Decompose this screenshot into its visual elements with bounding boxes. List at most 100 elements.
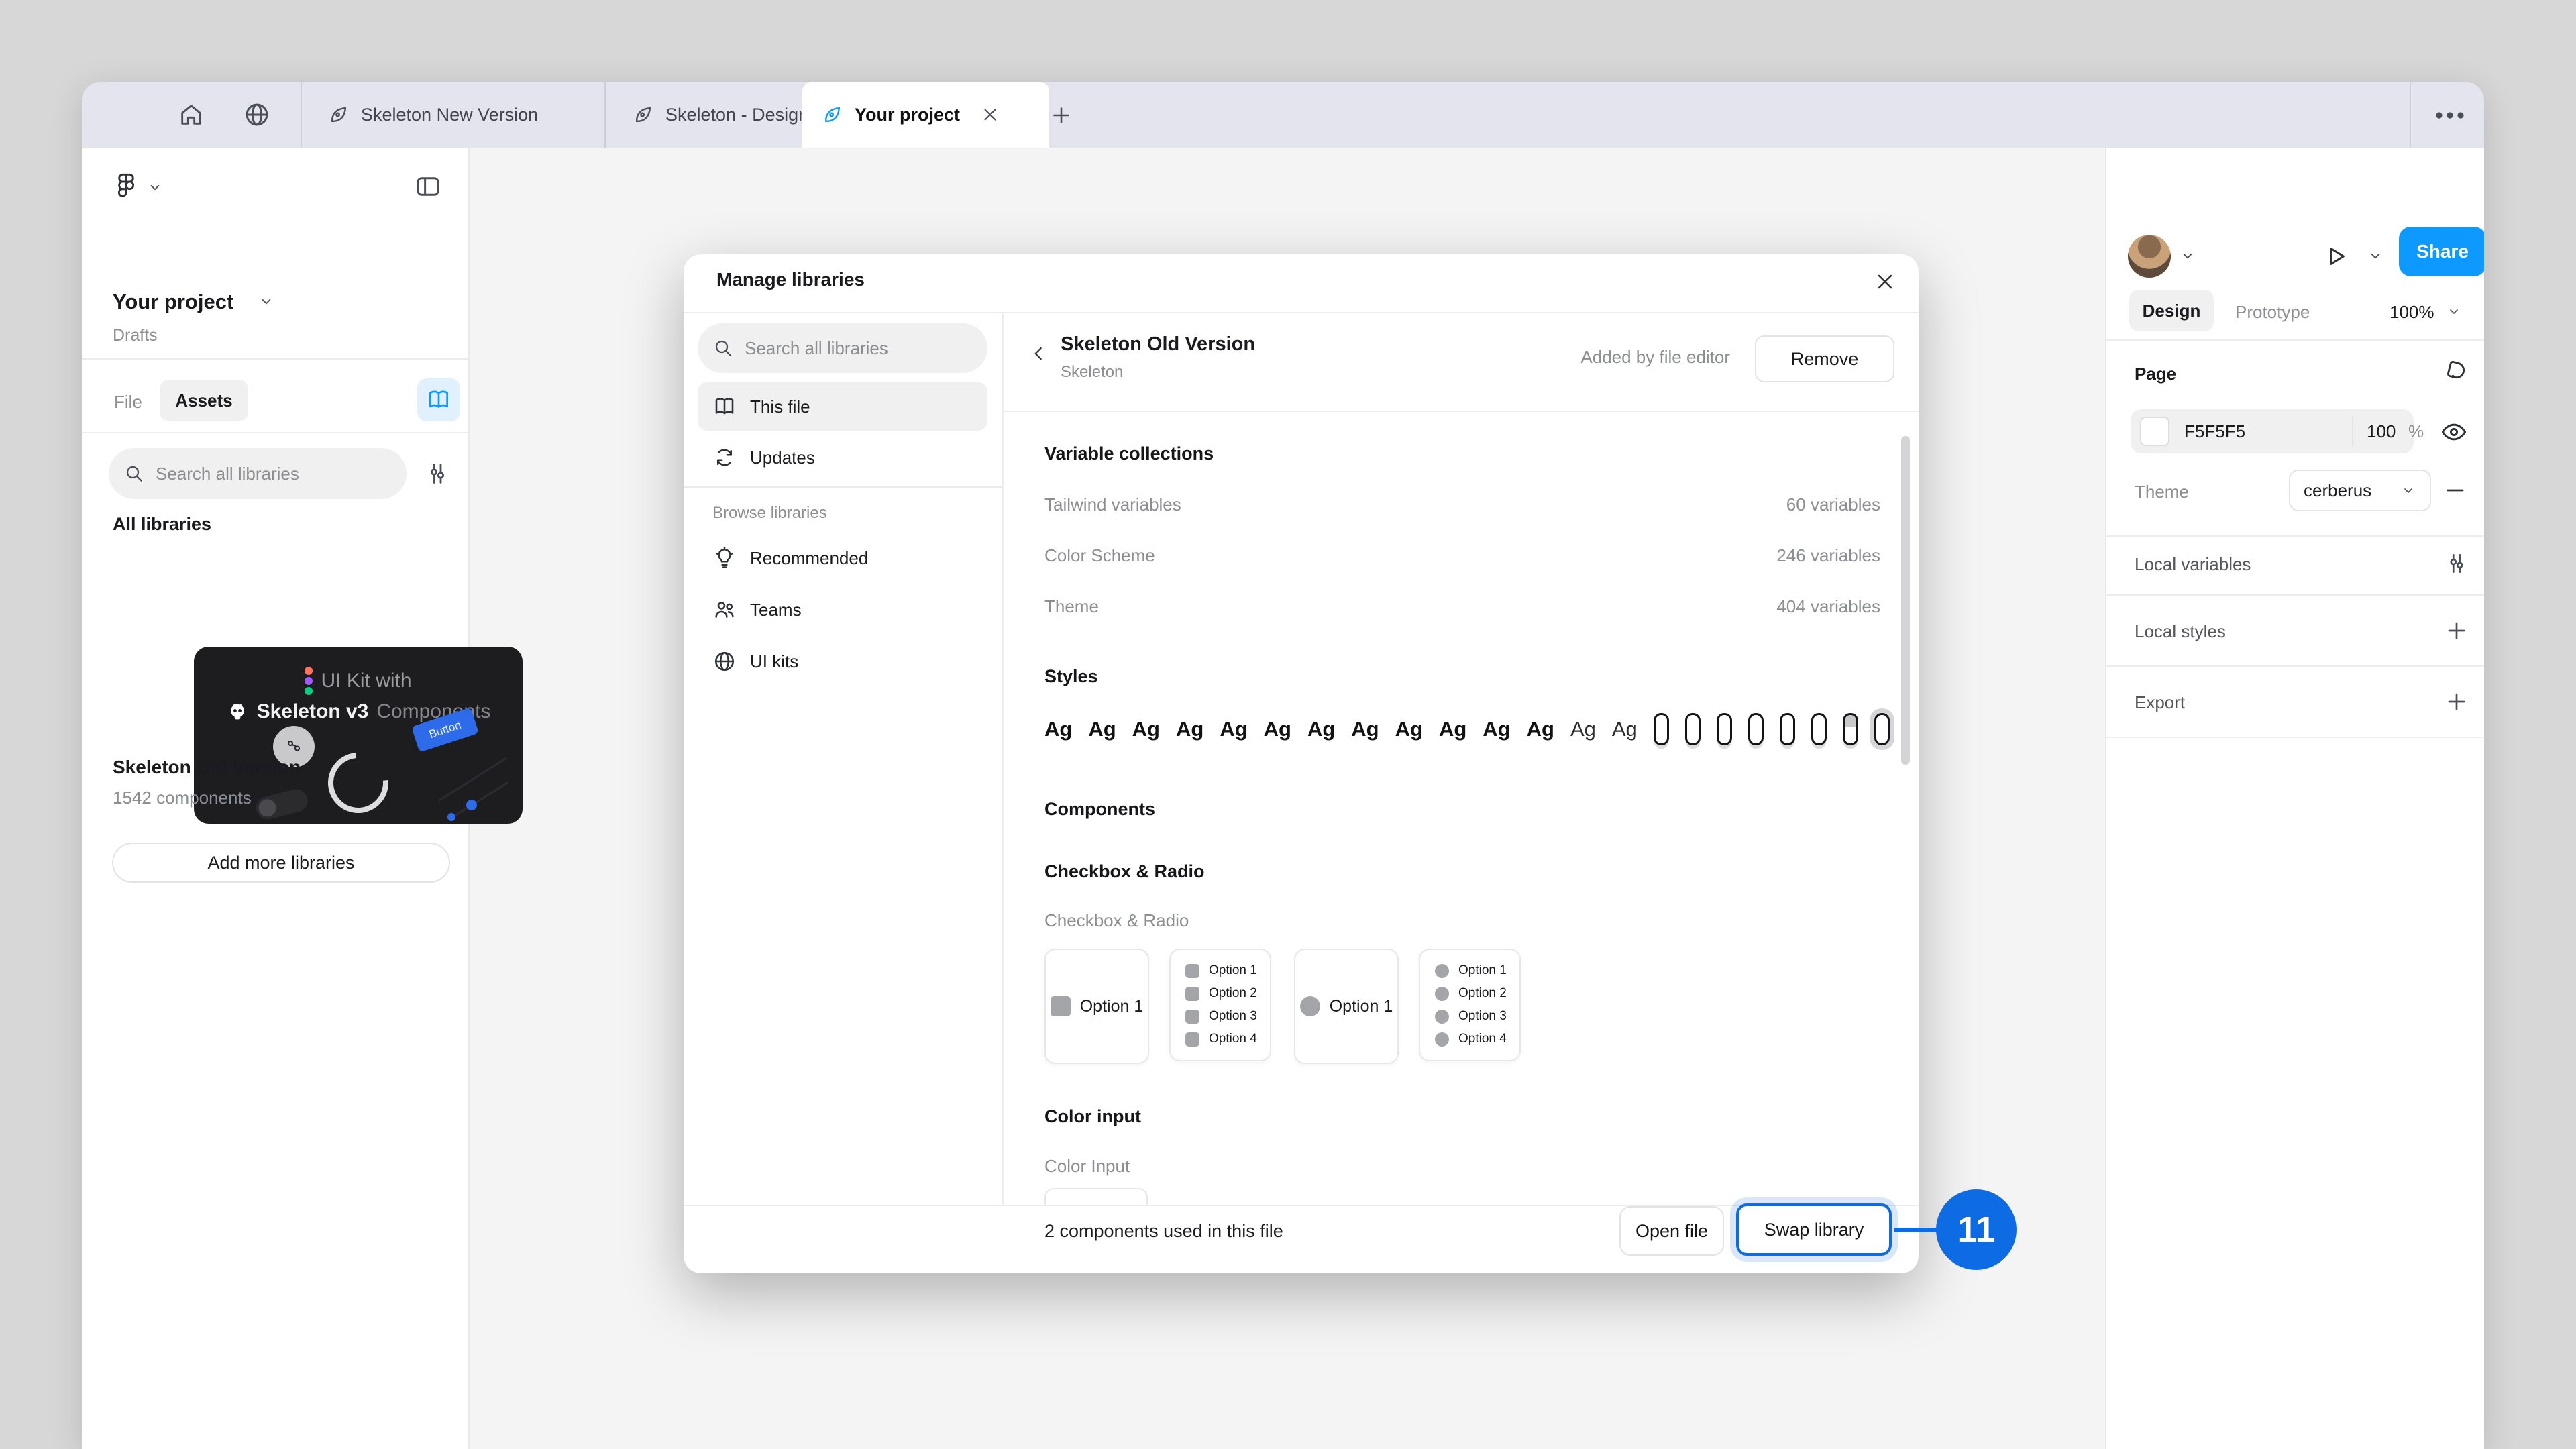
present-chevron[interactable]: [2367, 247, 2384, 264]
add-style-button[interactable]: [2442, 616, 2471, 645]
library-search[interactable]: [109, 448, 407, 499]
text-style-preview[interactable]: Ag: [1307, 717, 1335, 741]
more-button[interactable]: [2430, 101, 2470, 130]
library-name[interactable]: Skeleton Old Version: [113, 757, 301, 778]
tab-label: Skeleton New Version: [361, 105, 538, 125]
new-tab-button[interactable]: [1046, 101, 1076, 130]
tab-design[interactable]: Design: [2129, 290, 2214, 331]
nav-updates[interactable]: Updates: [698, 433, 987, 482]
page-color-field[interactable]: F5F5F5 100 %: [2131, 409, 2414, 453]
screen: Skeleton New Version Skeleton - Design Y…: [0, 0, 2576, 1449]
variable-row[interactable]: Theme 404 variables: [1044, 596, 1880, 617]
modal-title: Manage libraries: [716, 269, 865, 290]
lightbulb-icon: [712, 546, 737, 570]
nav-teams[interactable]: Teams: [698, 586, 987, 634]
menu-chevron[interactable]: [146, 178, 164, 196]
nav-this-file[interactable]: This file: [698, 382, 987, 431]
remove-button[interactable]: Remove: [1755, 335, 1894, 382]
local-styles-label[interactable]: Local styles: [2135, 621, 2226, 642]
effect-style-swatch[interactable]: [1685, 713, 1701, 745]
filter-button[interactable]: [421, 458, 453, 490]
styles-row: Ag Ag Ag Ag Ag Ag Ag Ag Ag Ag Ag Ag Ag A…: [1044, 713, 1890, 745]
swap-library-button[interactable]: Swap library: [1736, 1203, 1892, 1256]
text-style-preview[interactable]: Ag: [1264, 717, 1291, 741]
text-style-preview[interactable]: Ag: [1176, 717, 1203, 741]
text-style-preview[interactable]: Ag: [1483, 717, 1510, 741]
effect-style-swatch[interactable]: [1811, 713, 1827, 745]
thumb-line-1: UI Kit with: [194, 667, 523, 695]
project-title[interactable]: Your project: [113, 290, 233, 314]
remove-theme-button[interactable]: [2440, 478, 2470, 503]
tab-prototype[interactable]: Prototype: [2235, 302, 2310, 323]
toggle-sidebar-button[interactable]: [412, 172, 444, 201]
variable-count: 404 variables: [1776, 596, 1880, 617]
text-style-preview[interactable]: Ag: [1132, 717, 1160, 741]
component-card-radio-group[interactable]: Option 1 Option 2 Option 3 Option 4: [1419, 949, 1521, 1061]
avatar-chevron[interactable]: [2179, 247, 2196, 264]
minus-icon: [2443, 478, 2468, 503]
main-menu-button[interactable]: [111, 169, 141, 203]
component-card-checkbox-group[interactable]: Option 1 Option 2 Option 3 Option 4: [1169, 949, 1271, 1061]
thumb-spinner: [316, 741, 401, 824]
effect-style-swatch[interactable]: [1843, 713, 1858, 745]
avatar[interactable]: [2128, 235, 2171, 278]
effect-style-swatch[interactable]: [1780, 713, 1795, 745]
library-search-input[interactable]: [154, 463, 392, 485]
tab-file[interactable]: File: [114, 392, 142, 413]
visibility-button[interactable]: [2438, 416, 2470, 448]
color-hex-value[interactable]: F5F5F5: [2184, 421, 2245, 442]
add-export-button[interactable]: [2442, 687, 2471, 716]
variable-row[interactable]: Color Scheme 246 variables: [1044, 545, 1880, 566]
modal-search-input[interactable]: [743, 337, 973, 360]
local-variables-label[interactable]: Local variables: [2135, 554, 2251, 575]
text-style-preview[interactable]: Ag: [1612, 717, 1638, 741]
open-file-button[interactable]: Open file: [1619, 1206, 1724, 1256]
opacity-value[interactable]: 100: [2367, 421, 2396, 442]
export-label[interactable]: Export: [2135, 692, 2185, 713]
zoom-level[interactable]: 100%: [2390, 302, 2434, 323]
component-card-radio[interactable]: Option 1: [1294, 949, 1399, 1064]
component-card-checkbox[interactable]: Option 1: [1044, 949, 1149, 1064]
modal-scrollbar[interactable]: [1901, 436, 1910, 765]
page-swatches-button[interactable]: [2440, 357, 2471, 388]
project-chevron[interactable]: [258, 292, 275, 310]
community-button[interactable]: [241, 99, 272, 130]
book-open-icon: [712, 394, 737, 419]
back-button[interactable]: [1027, 341, 1051, 366]
nav-recommended[interactable]: Recommended: [698, 534, 987, 582]
effect-style-swatch[interactable]: [1874, 713, 1890, 745]
zoom-chevron[interactable]: [2446, 303, 2462, 319]
divider: [82, 432, 468, 433]
tab-skeleton-new-version[interactable]: Skeleton New Version: [318, 82, 613, 148]
add-more-libraries-button[interactable]: Add more libraries: [112, 843, 450, 883]
modal-close-button[interactable]: [1870, 266, 1900, 297]
text-style-preview[interactable]: Ag: [1220, 717, 1247, 741]
text-style-preview[interactable]: Ag: [1527, 717, 1554, 741]
effect-style-swatch[interactable]: [1748, 713, 1764, 745]
divider: [2106, 737, 2484, 738]
text-style-preview[interactable]: Ag: [1351, 717, 1379, 741]
text-style-preview[interactable]: Ag: [1088, 717, 1116, 741]
theme-dropdown[interactable]: cerberus: [2289, 470, 2431, 511]
variable-count: 246 variables: [1776, 545, 1880, 566]
color-swatch[interactable]: [2140, 417, 2169, 446]
text-style-preview[interactable]: Ag: [1044, 717, 1072, 741]
modal-search[interactable]: [698, 323, 987, 373]
nav-ui-kits[interactable]: UI kits: [698, 637, 987, 686]
home-button[interactable]: [176, 99, 207, 130]
text-style-preview[interactable]: Ag: [1439, 717, 1466, 741]
effect-style-swatch[interactable]: [1654, 713, 1669, 745]
tab-your-project[interactable]: Your project: [802, 82, 1049, 148]
libraries-button[interactable]: [417, 378, 460, 421]
local-variables-button[interactable]: [2442, 549, 2471, 578]
close-tab-icon[interactable]: [980, 105, 1000, 125]
theme-label: Theme: [2135, 482, 2189, 502]
variable-row[interactable]: Tailwind variables 60 variables: [1044, 494, 1880, 515]
effect-style-swatch[interactable]: [1717, 713, 1732, 745]
share-button[interactable]: Share: [2399, 227, 2484, 276]
text-style-preview[interactable]: Ag: [1570, 717, 1596, 741]
tab-assets[interactable]: Assets: [160, 380, 248, 421]
eye-icon: [2440, 418, 2468, 446]
present-button[interactable]: [2320, 240, 2352, 272]
text-style-preview[interactable]: Ag: [1395, 717, 1423, 741]
